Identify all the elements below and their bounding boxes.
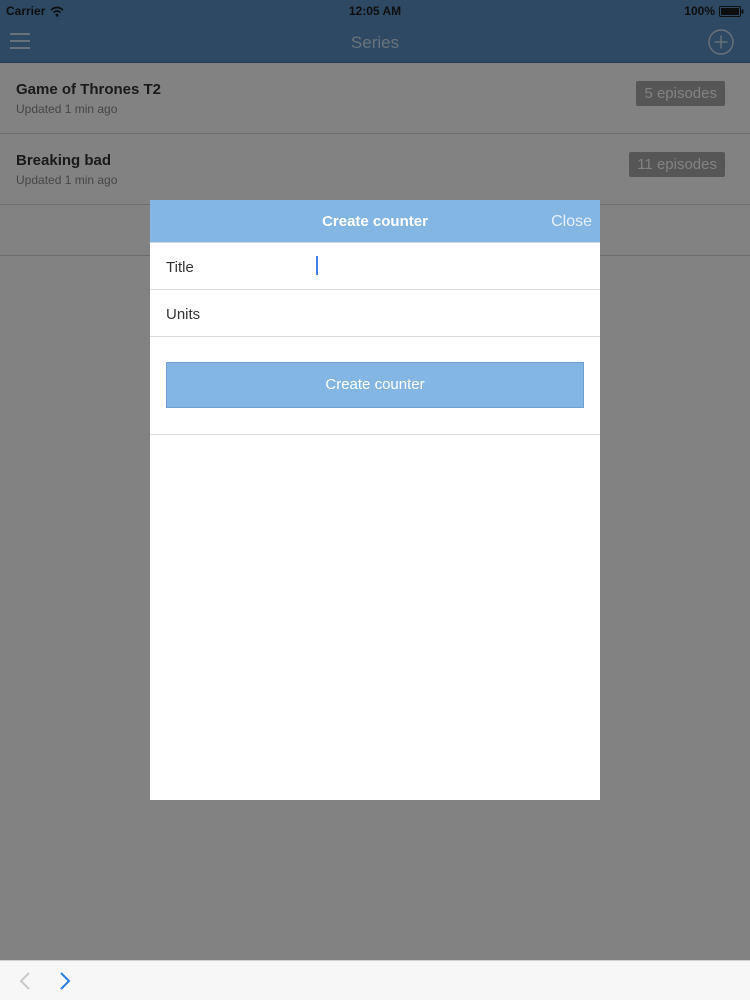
button-area: Create counter — [150, 337, 600, 435]
modal-header: Create counter Close — [150, 200, 600, 243]
chevron-right-icon[interactable] — [58, 971, 72, 991]
title-label: Title — [166, 259, 194, 276]
units-label: Units — [166, 306, 201, 323]
title-input[interactable] — [310, 251, 598, 281]
units-input[interactable] — [310, 298, 598, 328]
create-counter-button[interactable]: Create counter — [166, 362, 584, 408]
close-button[interactable]: Close — [551, 213, 592, 231]
modal-title: Create counter — [322, 213, 428, 230]
chevron-left-icon[interactable] — [18, 971, 32, 991]
create-counter-modal: Create counter Close Title Units Create … — [150, 200, 600, 800]
app-screen: Carrier 12:05 AM 100% Series Game of Thr… — [0, 0, 750, 1000]
title-row: Title — [150, 243, 600, 290]
units-row: Units — [150, 290, 600, 337]
bottom-toolbar — [0, 960, 750, 1000]
